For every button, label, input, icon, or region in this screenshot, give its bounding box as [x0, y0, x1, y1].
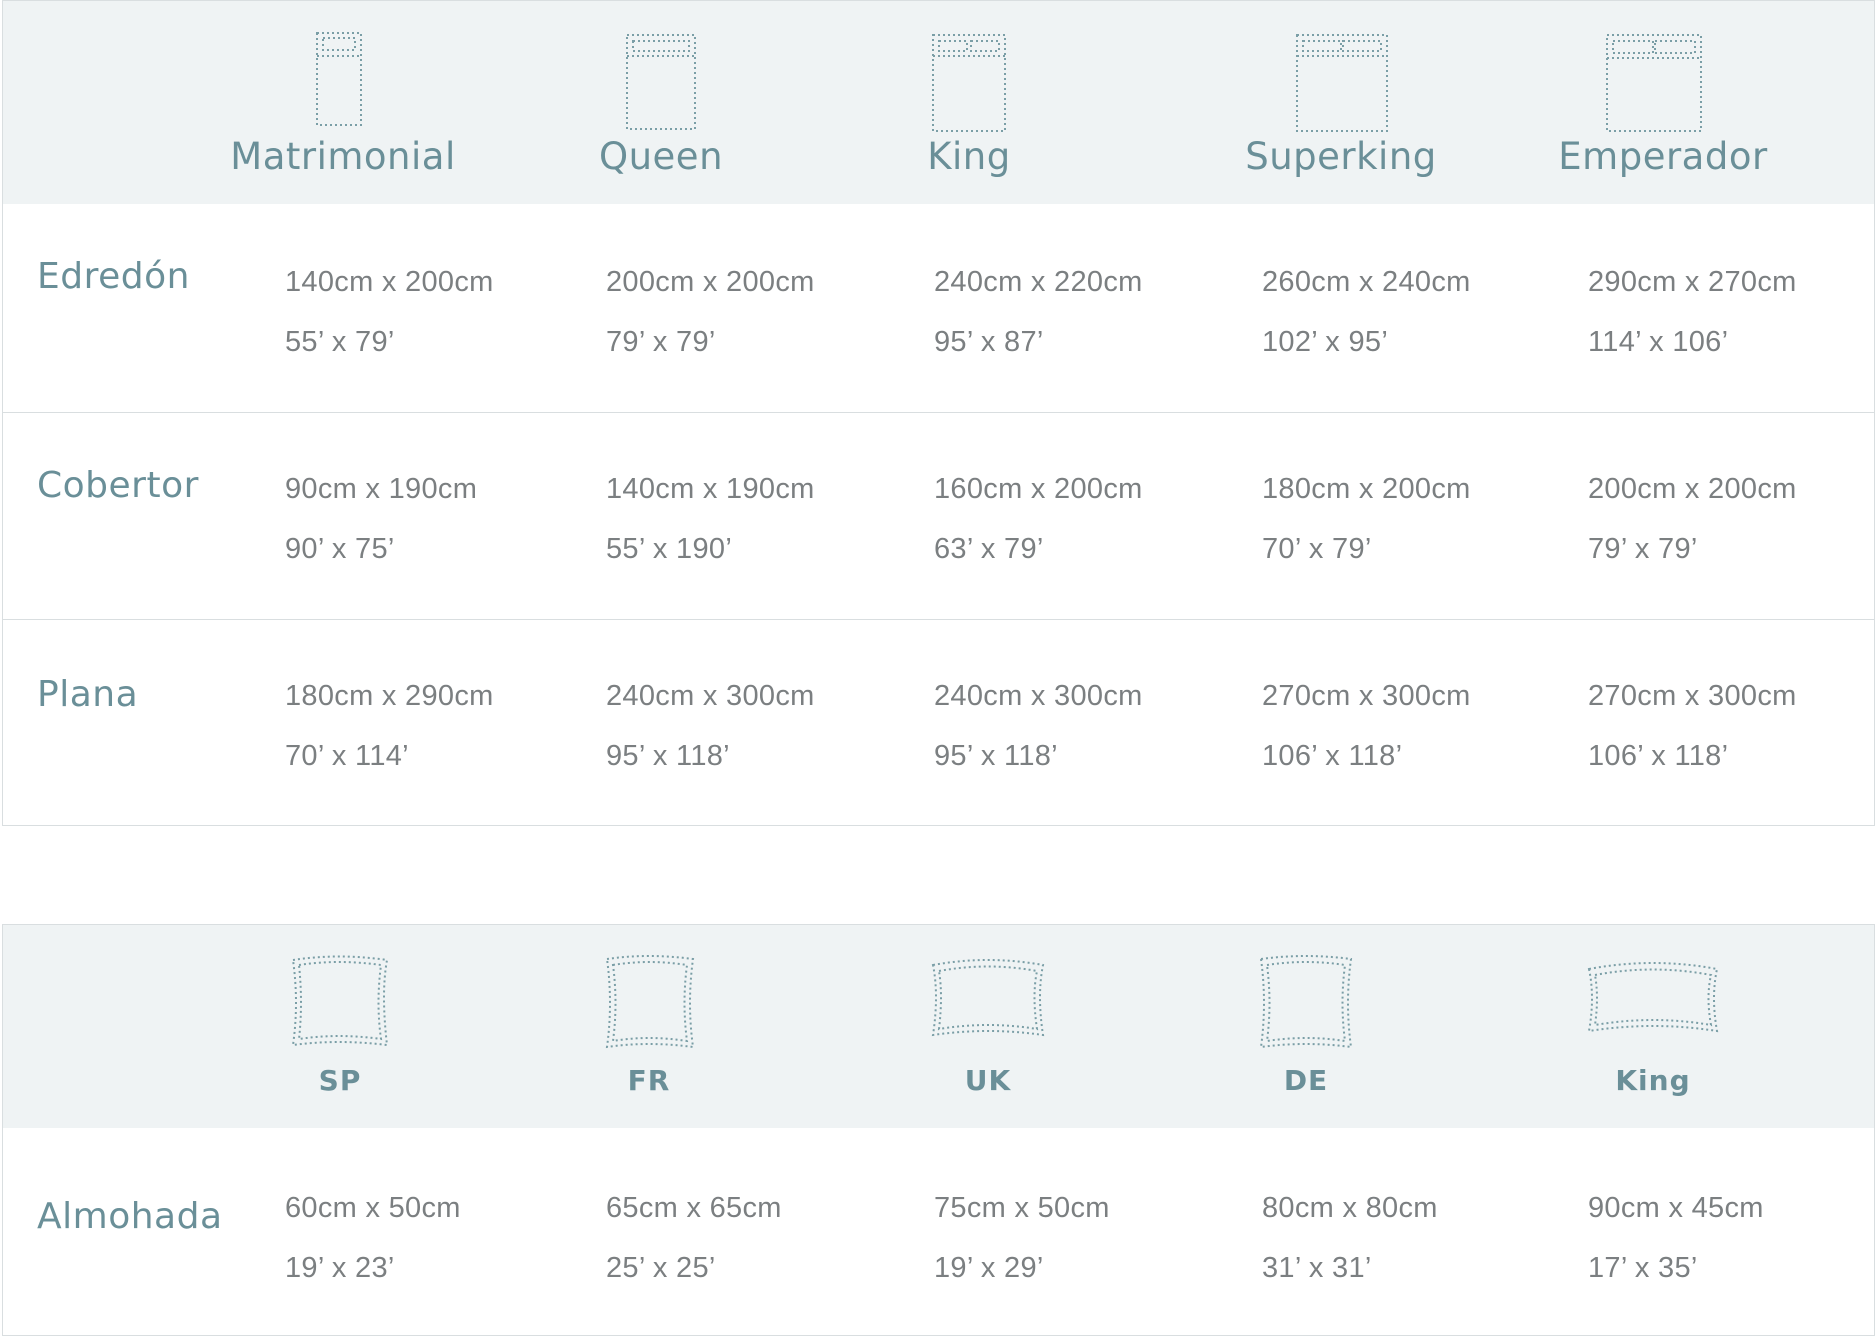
size-cell: 260cm x 240cm 102’ x 95’: [1262, 266, 1471, 358]
col-uk: UK: [964, 1064, 1012, 1097]
size-cell: 140cm x 200cm 55’ x 79’: [285, 266, 494, 358]
size-cell: 290cm x 270cm 114’ x 106’: [1588, 266, 1797, 358]
size-cell: 240cm x 300cm 95’ x 118’: [606, 680, 815, 772]
size-cell: 140cm x 190cm 55’ x 190’: [606, 473, 815, 565]
table-row: Cobertor 90cm x 190cm 90’ x 75’ 140cm x 1…: [3, 413, 1874, 620]
size-cell: 200cm x 200cm 79’ x 79’: [1588, 473, 1797, 565]
col-sp: SP: [318, 1064, 362, 1097]
col-de: DE: [1283, 1064, 1329, 1097]
size-cell: 160cm x 200cm 63’ x 79’: [934, 473, 1143, 565]
col-king: King: [1615, 1064, 1691, 1097]
row-label-almohada: Almohada: [37, 1196, 223, 1237]
col-fr: FR: [627, 1064, 671, 1097]
col-superking: Superking: [1245, 135, 1437, 178]
pillow-icon: [931, 959, 1045, 1037]
pillow-size-table: SP FR UK DE King Almohada 60cm x 50cm 19’…: [2, 924, 1875, 1336]
size-cell: 180cm x 290cm 70’ x 114’: [285, 680, 494, 772]
pillow-size-header: SP FR UK DE King: [3, 925, 1874, 1128]
row-label-cobertor: Cobertor: [37, 465, 199, 506]
row-label-edredon: Edredón: [37, 256, 190, 297]
pillow-icons: [291, 955, 1719, 1049]
size-cell: 180cm x 200cm 70’ x 79’: [1262, 473, 1471, 565]
bed-size-table: Matrimonial Queen King Superking Emperad…: [2, 0, 1875, 826]
size-cell: 80cm x 80cm 31’ x 31’: [1262, 1192, 1438, 1284]
single-bed-icon: [316, 32, 362, 126]
size-cell: 200cm x 200cm 79’ x 79’: [606, 266, 815, 358]
table-row: Edredón 140cm x 200cm 55’ x 79’ 200cm x 2…: [3, 204, 1874, 413]
queen-bed-icon: [626, 34, 696, 130]
size-cell: 90cm x 190cm 90’ x 75’: [285, 473, 478, 565]
size-cell: 270cm x 300cm 106’ x 118’: [1588, 680, 1797, 772]
size-cell: 240cm x 220cm 95’ x 87’: [934, 266, 1143, 358]
size-cell: 240cm x 300cm 95’ x 118’: [934, 680, 1143, 772]
col-emperador: Emperador: [1558, 135, 1768, 178]
size-cell: 270cm x 300cm 106’ x 118’: [1262, 680, 1471, 772]
row-label-plana: Plana: [37, 674, 139, 715]
pillow-icon: [605, 955, 695, 1049]
col-matrimonial: Matrimonial: [230, 135, 456, 178]
king-bed-icon: [932, 34, 1006, 132]
size-cell: 90cm x 45cm 17’ x 35’: [1588, 1192, 1764, 1284]
table-row: Almohada 60cm x 50cm 19’ x 23’ 65cm x 65c…: [3, 1128, 1874, 1333]
table-row: Plana 180cm x 290cm 70’ x 114’ 240cm x 30…: [3, 620, 1874, 825]
col-king: King: [927, 135, 1011, 178]
col-queen: Queen: [598, 135, 724, 178]
emperador-bed-icon: [1606, 34, 1702, 132]
pillow-icon: [1587, 962, 1719, 1033]
pillow-icon: [291, 955, 389, 1047]
superking-bed-icon: [1296, 34, 1388, 132]
size-cell: 65cm x 65cm 25’ x 25’: [606, 1192, 782, 1284]
bed-size-header: Matrimonial Queen King Superking Emperad…: [3, 1, 1874, 204]
pillow-icon: [1259, 955, 1353, 1049]
size-cell: 60cm x 50cm 19’ x 23’: [285, 1192, 461, 1284]
size-cell: 75cm x 50cm 19’ x 29’: [934, 1192, 1110, 1284]
